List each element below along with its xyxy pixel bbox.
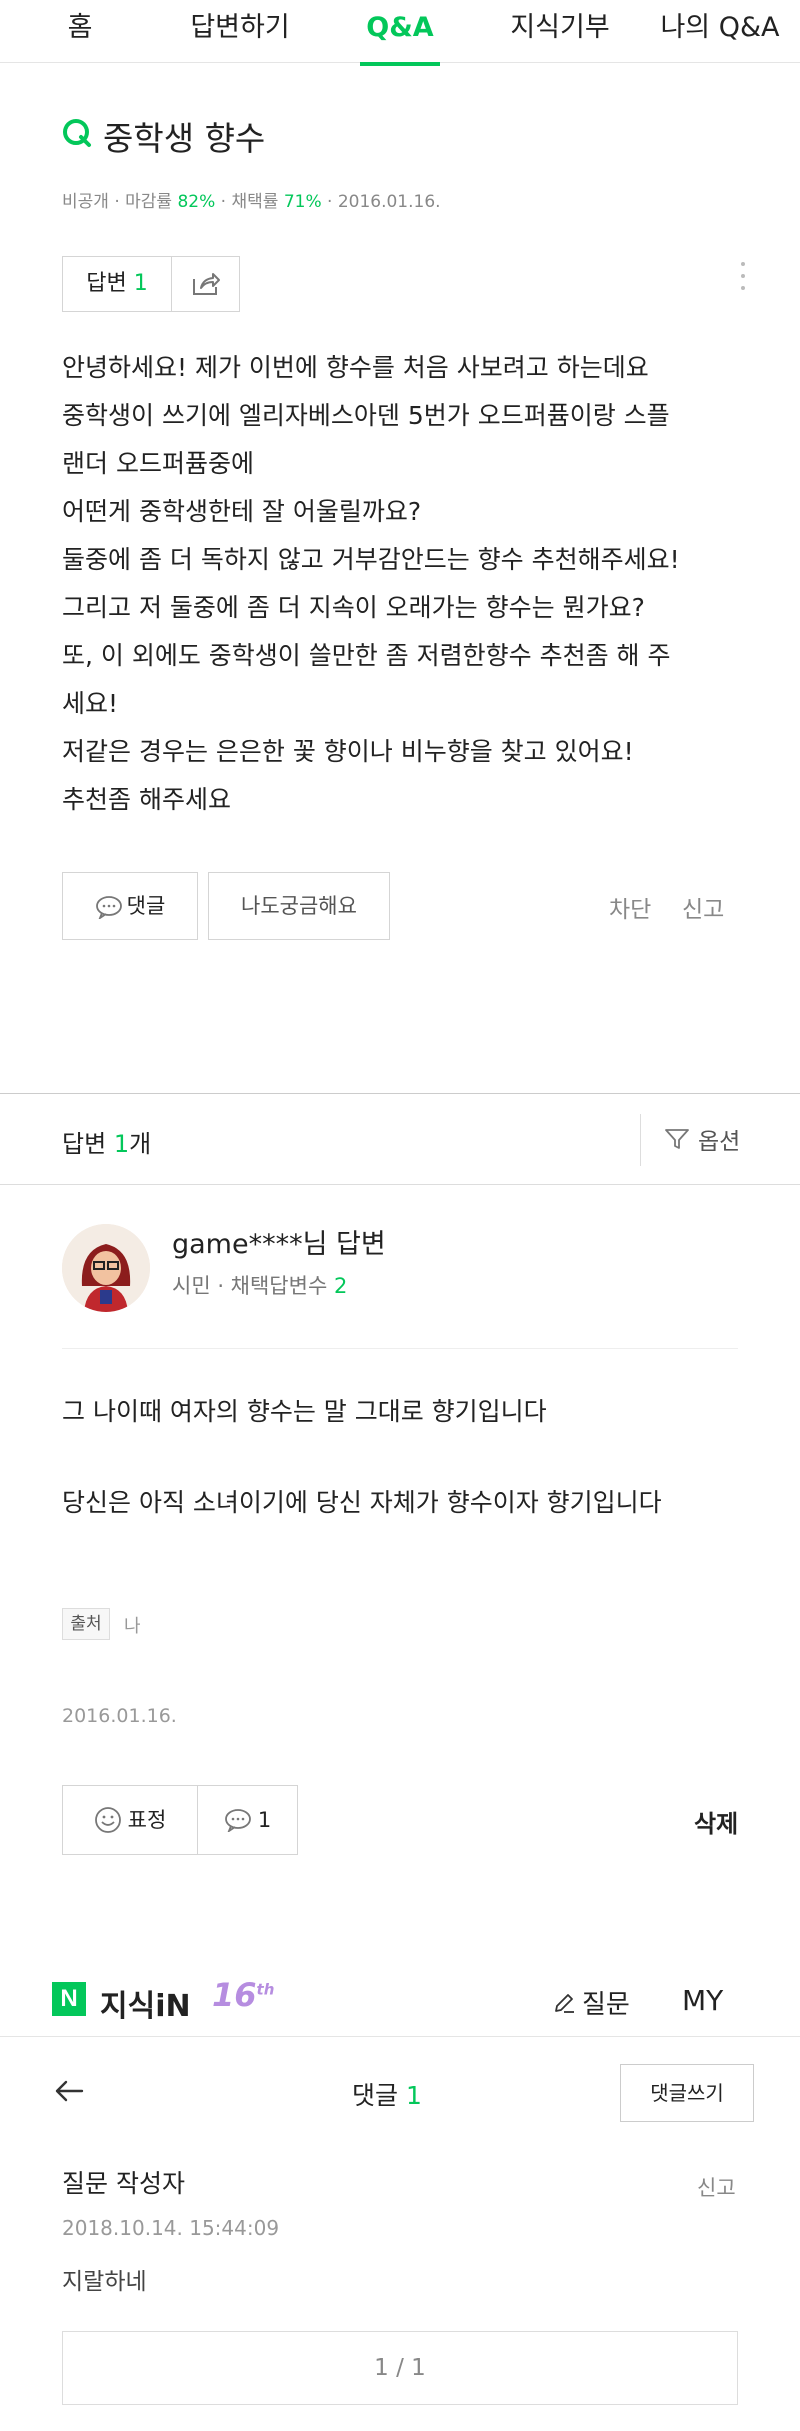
question-date: 2016.01.16. — [337, 192, 441, 212]
share-icon — [192, 273, 220, 295]
share-button[interactable] — [172, 257, 239, 311]
question-line: 또, 이 외에도 중학생이 쓸만한 좀 저렴한향수 추천좀 해 주 — [62, 641, 671, 670]
source-badge: 출처 — [62, 1608, 110, 1640]
privacy-label: 비공개 — [62, 192, 109, 212]
answers-header: 답변 1개 옵션 — [0, 1093, 800, 1185]
pencil-icon — [555, 1993, 574, 2013]
question-meta: 비공개 · 마감률 82% · 채택률 71% · 2016.01.16. — [62, 192, 441, 212]
grade-label: 시민 — [172, 1274, 211, 1298]
my-button[interactable]: MY — [682, 1984, 723, 2017]
question-line: 중학생이 쓰기에 엘리자베스아덴 5번가 오드퍼퓸이랑 스플 — [62, 401, 670, 430]
brand-bar: N 지식iN 16th 질문 MY — [0, 1962, 800, 2037]
back-arrow-icon[interactable] — [52, 2074, 86, 2108]
filter-icon — [665, 1129, 689, 1149]
anniv-number: 16 — [212, 1976, 257, 2014]
me-too-curious-button[interactable]: 나도궁금해요 — [208, 872, 390, 940]
answer-count-box: 답변 1 — [62, 256, 240, 312]
source-value: 나 — [124, 1616, 141, 1637]
brand-name[interactable]: 지식iN — [100, 1981, 191, 2025]
question-body: 안녕하세요! 제가 이번에 향수를 처음 사보려고 하는데요 중학생이 쓰기에 … — [62, 344, 762, 824]
options-label: 옵션 — [698, 1129, 741, 1155]
avatar-illustration — [62, 1224, 150, 1312]
avatar — [62, 1224, 150, 1312]
tab-qna[interactable]: Q&A — [320, 0, 480, 66]
ask-question-button[interactable]: 질문 — [552, 1984, 630, 2021]
answers-count: 1 — [113, 1130, 130, 1158]
answer-comment-count: 1 — [257, 1808, 272, 1832]
ask-label: 질문 — [582, 1990, 630, 2020]
options-button[interactable]: 옵션 — [664, 1122, 740, 1156]
close-rate-label: 마감률 — [125, 192, 173, 212]
speech-bubble-icon — [95, 896, 122, 921]
comments-label: 댓글 — [352, 2081, 399, 2110]
smiley-icon — [94, 1807, 121, 1833]
question-line: 저같은 경우는 은은한 꽃 향이나 비누향을 찾고 있어요! — [62, 737, 634, 766]
comment-time: 2018.10.14. 15:44:09 — [62, 2216, 280, 2240]
question-line: 안녕하세요! 제가 이번에 향수를 처음 사보려고 하는데요 — [62, 353, 649, 382]
report-link[interactable]: 신고 — [682, 890, 724, 924]
speech-bubble-icon — [224, 1809, 251, 1832]
tab-answer[interactable]: 답변하기 — [160, 0, 320, 62]
comment-button-label: 댓글 — [126, 894, 166, 918]
close-rate-value: 82% — [177, 192, 216, 212]
question-title: 중학생 향수 — [103, 119, 266, 158]
answers-count-title: 답변 1개 — [62, 1124, 151, 1159]
question-line: 세요! — [62, 689, 119, 718]
question-line: 그리고 저 둘중에 좀 더 지속이 오래가는 향수는 뭔가요? — [62, 593, 645, 622]
question-line: 어떤게 중학생한테 잘 어울릴까요? — [62, 497, 422, 526]
answer-date: 2016.01.16. — [62, 1705, 177, 1727]
answer-body-line: 그 나이때 여자의 향수는 말 그대로 향기입니다 — [62, 1397, 547, 1426]
tab-home[interactable]: 홈 — [0, 0, 160, 62]
expression-label: 표정 — [127, 1808, 167, 1832]
adopted-count: 2 — [333, 1274, 348, 1298]
answers-label: 답변 — [62, 1130, 107, 1158]
expression-button[interactable]: 표정 — [62, 1785, 198, 1855]
question-q-icon — [63, 119, 91, 147]
answer-author[interactable]: game****님 답변 — [172, 1222, 386, 1261]
question-line: 랜더 오드퍼퓸중에 — [62, 449, 254, 478]
anniv-sup: th — [256, 1980, 275, 1999]
anniversary-badge: 16th — [212, 1976, 274, 2014]
answers-suffix: 개 — [129, 1130, 152, 1158]
divider — [62, 1348, 738, 1349]
comment-report-link[interactable]: 신고 — [697, 2172, 736, 2202]
answer-count-value: 1 — [133, 271, 148, 296]
answer-count-label: 답변 — [86, 271, 127, 296]
question-line: 둘중에 좀 더 독하지 않고 거부감안드는 향수 추천해주세요! — [62, 545, 680, 574]
adopt-rate-value: 71% — [283, 192, 322, 212]
divider — [640, 1114, 641, 1166]
adopted-label: 채택답변수 — [230, 1274, 328, 1298]
adopt-rate-label: 채택률 — [231, 192, 279, 212]
comments-count: 1 — [405, 2081, 422, 2110]
tab-donate[interactable]: 지식기부 — [480, 0, 640, 62]
top-nav: 홈 답변하기 Q&A 지식기부 나의 Q&A — [0, 0, 800, 66]
answer-count-button[interactable]: 답변 1 — [63, 257, 172, 311]
author-grade: 시민 · 채택답변수 2 — [172, 1274, 348, 1298]
answer-comment-button[interactable]: 1 — [198, 1785, 298, 1855]
comment-button[interactable]: 댓글 — [62, 872, 198, 940]
tab-my-qna[interactable]: 나의 Q&A — [640, 0, 800, 62]
more-options-icon[interactable] — [738, 262, 748, 302]
write-comment-button[interactable]: 댓글쓰기 — [620, 2064, 754, 2122]
comment-text: 지랄하네 — [62, 2269, 147, 2295]
comment-pager[interactable]: 1 / 1 — [62, 2331, 738, 2405]
delete-button[interactable]: 삭제 — [694, 1804, 738, 1839]
answer-body-line: 당신은 아직 소녀이기에 당신 자체가 향수이자 향기입니다 — [62, 1488, 662, 1517]
naver-logo[interactable]: N — [52, 1982, 86, 2016]
question-line: 추천좀 해주세요 — [62, 785, 231, 814]
comment-writer: 질문 작성자 — [62, 2169, 185, 2198]
block-link[interactable]: 차단 — [609, 890, 651, 924]
comments-title: 댓글 1 — [352, 2076, 422, 2112]
